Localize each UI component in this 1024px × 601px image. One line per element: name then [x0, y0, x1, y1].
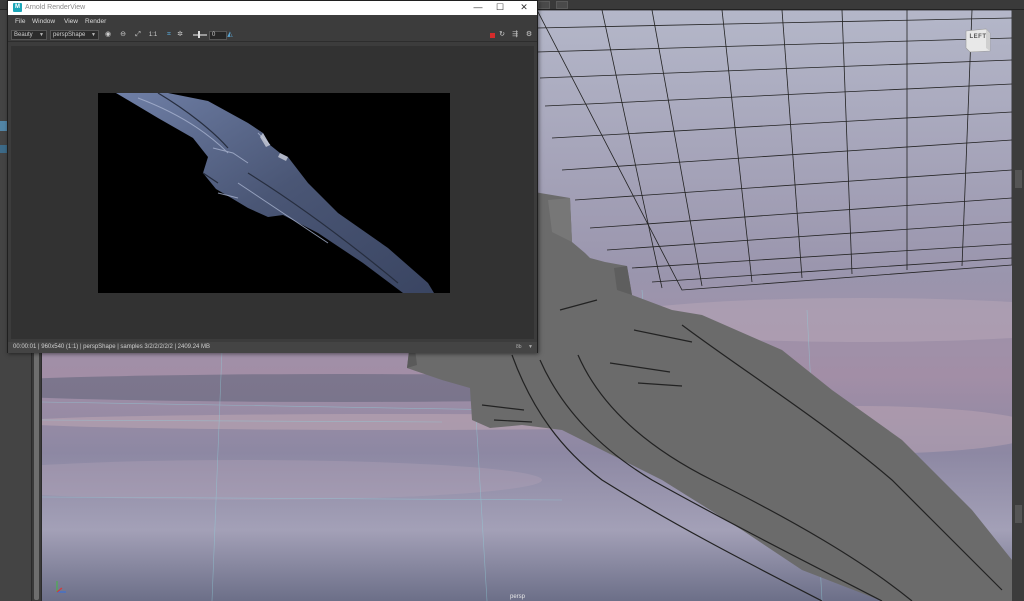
render-button-icon[interactable]: ◉ [104, 31, 112, 39]
aov-select-value: Beauty [14, 32, 33, 38]
status-bar: 00:00:01 | 960x540 (1:1) | perspShape | … [8, 342, 537, 353]
panel-dropdown[interactable] [538, 1, 550, 9]
camera-select[interactable]: perspShape ▼ [50, 30, 99, 40]
menu-file[interactable]: File [15, 18, 25, 25]
region-icon[interactable]: ⊖ [119, 31, 127, 39]
slider-knob[interactable] [198, 31, 200, 38]
menu-bar: File Window View Render [8, 15, 537, 28]
color-correct-icon[interactable]: ◭ [226, 31, 234, 39]
view-cube-label: LEFT [969, 34, 987, 40]
rendered-blade [116, 93, 434, 293]
window-titlebar[interactable]: M Arnold RenderView — ☐ ✕ [8, 1, 537, 15]
stop-render-button[interactable] [490, 33, 495, 38]
snapshot-icon[interactable]: ⇶ [511, 31, 519, 39]
window-title: Arnold RenderView [25, 4, 86, 11]
view-cube[interactable]: LEFT [963, 26, 993, 54]
panel-tab[interactable] [1015, 505, 1022, 523]
render-canvas[interactable] [11, 46, 534, 339]
close-button[interactable]: ✕ [516, 2, 532, 14]
menu-view[interactable]: View [64, 18, 78, 25]
camera-select-value: perspShape [53, 32, 86, 38]
chevron-down-icon: ▼ [91, 32, 96, 38]
maya-logo-icon: M [13, 3, 22, 12]
chevron-down-icon: ▼ [39, 32, 44, 38]
exposure-value-input[interactable]: 0 [209, 31, 227, 40]
menu-render[interactable]: Render [85, 18, 106, 25]
status-bitdepth[interactable]: 8b [516, 344, 522, 350]
refresh-icon[interactable]: ↻ [498, 31, 506, 39]
axis-gizmo-icon [52, 578, 72, 596]
chevron-down-icon[interactable]: ▼ [528, 344, 533, 350]
minimize-button[interactable]: — [470, 2, 486, 14]
exposure-icon[interactable]: ✲ [176, 31, 184, 39]
menu-window[interactable]: Window [32, 18, 55, 25]
camera-name-label: persp [510, 594, 526, 600]
panel-tab[interactable] [1015, 170, 1022, 188]
panel-dropdown-arrow[interactable] [556, 1, 568, 9]
ratio-button[interactable]: 1:1 [148, 31, 158, 39]
arnold-renderview-window[interactable]: M Arnold RenderView — ☐ ✕ File Window Vi… [7, 0, 538, 353]
exposure-slider[interactable] [193, 31, 207, 38]
aov-select[interactable]: Beauty ▼ [11, 30, 47, 40]
gear-icon[interactable]: ⚙ [525, 31, 533, 39]
renderview-toolbar: Beauty ▼ perspShape ▼ ◉ ⊖ ⤢ 1:1 ⌗ ✲ 0 ◭ … [8, 28, 537, 42]
view-cube-icon [965, 28, 991, 53]
maximize-button[interactable]: ☐ [492, 2, 508, 14]
render-status-text: 00:00:01 | 960x540 (1:1) | perspShape | … [13, 344, 211, 350]
fit-icon[interactable]: ⤢ [134, 31, 142, 39]
maya-right-panel [1012, 10, 1024, 601]
rendered-image [98, 93, 450, 293]
crop-icon[interactable]: ⌗ [165, 31, 173, 39]
